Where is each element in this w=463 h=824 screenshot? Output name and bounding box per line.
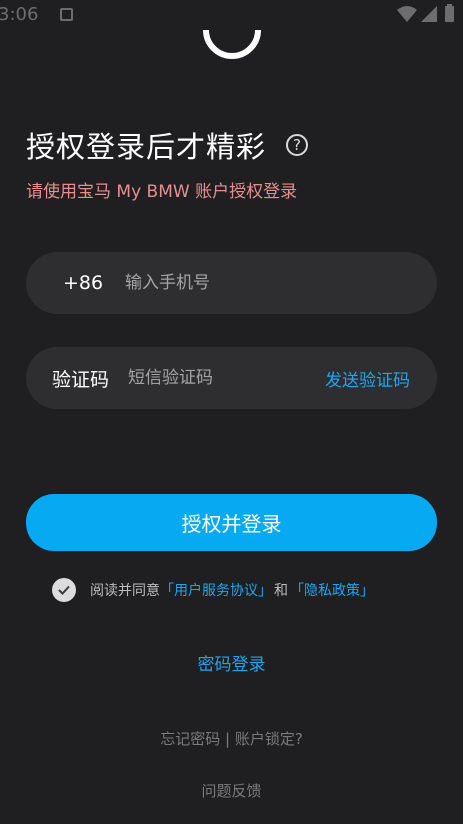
help-links-separator: | xyxy=(220,730,235,748)
loading-spinner-icon xyxy=(203,29,261,59)
code-label: 验证码 xyxy=(52,368,110,391)
country-code-selector[interactable]: +86 xyxy=(63,272,123,294)
agreement-and: 和 xyxy=(274,583,288,599)
phone-input[interactable] xyxy=(123,272,387,294)
help-icon[interactable]: ? xyxy=(286,134,309,156)
authorize-login-button[interactable]: 授权并登录 xyxy=(26,494,437,551)
notification-icon xyxy=(60,8,73,21)
forgot-password-link[interactable]: 忘记密码 xyxy=(160,730,220,748)
send-code-button[interactable]: 发送验证码 xyxy=(325,366,410,391)
wifi-icon xyxy=(397,6,417,22)
password-login-row: 密码登录 xyxy=(0,650,463,675)
terms-link[interactable]: 「用户服务协议」 xyxy=(160,580,272,600)
account-locked-link[interactable]: 账户锁定? xyxy=(235,730,303,748)
page-title: 授权登录后才精彩 xyxy=(26,130,267,164)
feedback-row: 问题反馈 xyxy=(0,780,463,801)
sms-code-input[interactable] xyxy=(126,367,320,389)
signal-icon xyxy=(421,6,437,22)
battery-icon xyxy=(445,4,454,22)
login-screen: 3:06 授权登录后才精彩 ? 请使用宝马 My BMW 账户授权登录 +86 … xyxy=(0,0,463,824)
check-icon xyxy=(58,585,70,595)
privacy-link[interactable]: 「隐私政策」 xyxy=(290,580,374,600)
title-row: 授权登录后才精彩 ? xyxy=(26,124,309,166)
status-time: 3:06 xyxy=(0,4,39,25)
password-login-link[interactable]: 密码登录 xyxy=(198,655,266,675)
agreement-row: 阅读并同意 「用户服务协议」 和 「隐私政策」 xyxy=(52,578,374,602)
feedback-link[interactable]: 问题反馈 xyxy=(201,782,261,800)
help-links-row: 忘记密码 | 账户锁定? xyxy=(0,728,463,749)
agreement-checkbox[interactable] xyxy=(52,578,76,602)
code-field[interactable]: 验证码 发送验证码 xyxy=(26,347,437,409)
page-subtitle: 请使用宝马 My BMW 账户授权登录 xyxy=(26,182,298,202)
agreement-prefix: 阅读并同意 xyxy=(90,583,160,599)
phone-field[interactable]: +86 xyxy=(26,252,437,314)
